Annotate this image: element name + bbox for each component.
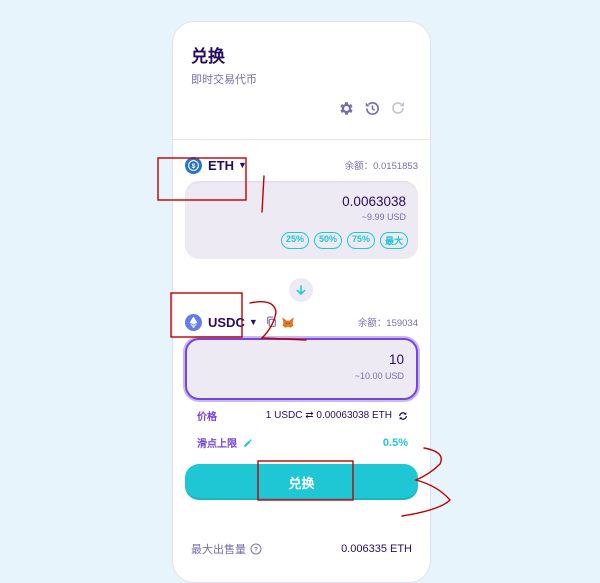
refresh-icon[interactable]: [388, 98, 408, 118]
max-button[interactable]: 最大: [379, 232, 408, 249]
edit-slippage-pencil-icon[interactable]: [243, 438, 253, 448]
percent-75-button[interactable]: 75%: [346, 232, 375, 249]
to-balance: 余额：159034: [357, 318, 418, 329]
from-token-selector[interactable]: $ ETH ▼: [185, 156, 247, 174]
toolbar: [336, 98, 408, 118]
arrow-down-icon: [296, 285, 306, 296]
divider: [173, 139, 430, 140]
to-amount-input[interactable]: 10: [389, 352, 404, 367]
from-token-row: $ ETH ▼ 余额：0.0151853: [185, 154, 418, 176]
page-title: 兑换: [191, 47, 225, 66]
percent-50-button[interactable]: 50%: [313, 232, 342, 249]
from-amount-box[interactable]: 0.0063038 ~9.99 USD 25% 50% 75% 最大: [185, 181, 418, 259]
switch-direction-button[interactable]: [289, 278, 313, 302]
eth-token-icon: $: [185, 156, 202, 174]
price-row: 价格 1 USDC ⇄ 0.00063038 ETH: [197, 408, 408, 423]
from-usd-value: ~9.99 USD: [361, 212, 406, 222]
to-token-row: USDC ▼ 余额：159034: [185, 311, 418, 333]
max-sold-value: 0.006335 ETH: [341, 543, 412, 555]
price-label: 价格: [197, 412, 217, 423]
to-amount-box[interactable]: 10 ~10.00 USD: [185, 338, 418, 400]
to-usd-value: ~10.00 USD: [354, 371, 404, 381]
svg-text:$: $: [192, 162, 196, 169]
from-amount-input[interactable]: 0.0063038: [342, 194, 406, 209]
svg-text:?: ?: [254, 547, 258, 554]
swap-card: 兑换 即时交易代币 $ ETH ▼ 余额：0.0151853 0.0063038…: [172, 21, 431, 583]
swap-button[interactable]: 兑换: [185, 464, 418, 500]
chevron-down-icon: ▼: [238, 160, 247, 170]
history-icon[interactable]: [362, 98, 382, 118]
percent-25-button[interactable]: 25%: [280, 232, 309, 249]
chevron-down-icon: ▼: [248, 317, 258, 327]
page-subtitle: 即时交易代币: [191, 74, 257, 86]
price-value: 1 USDC ⇄ 0.00063038 ETH: [265, 410, 392, 421]
copy-icon[interactable]: [266, 316, 277, 328]
from-token-name: ETH: [208, 157, 234, 173]
help-icon[interactable]: ?: [250, 543, 262, 555]
to-token-selector[interactable]: USDC ▼: [185, 313, 258, 331]
to-token-name: USDC: [208, 314, 245, 330]
usdc-token-icon: [185, 313, 202, 331]
from-balance: 余额：0.0151853: [344, 161, 418, 172]
metamask-fox-icon[interactable]: [281, 316, 295, 329]
percent-buttons: 25% 50% 75% 最大: [280, 232, 408, 249]
slippage-value: 0.5%: [382, 436, 408, 449]
refresh-price-icon[interactable]: [398, 411, 408, 421]
settings-gear-icon[interactable]: [336, 98, 356, 118]
slippage-row: 滑点上限 0.5%: [197, 435, 408, 451]
slippage-label: 滑点上限: [197, 439, 237, 450]
